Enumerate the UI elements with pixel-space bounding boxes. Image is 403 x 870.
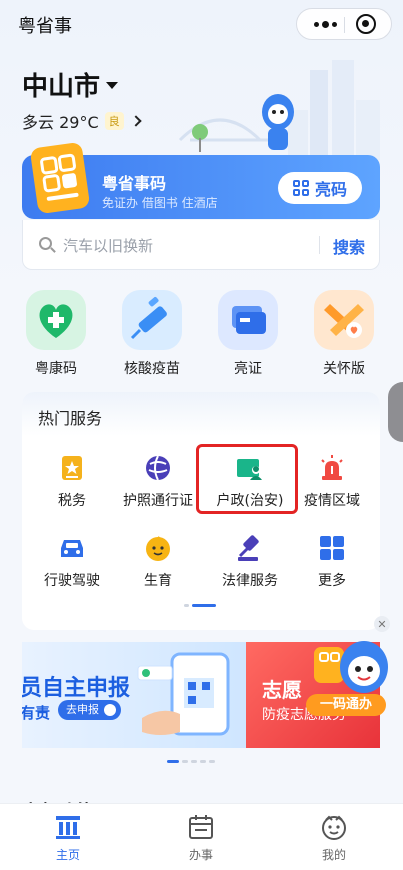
caret-down-icon xyxy=(106,82,119,89)
quick-tile-label: 核酸疫苗 xyxy=(124,361,180,377)
city-name: 中山市 xyxy=(22,72,101,102)
globe-passport-icon xyxy=(144,454,172,482)
search-button[interactable]: 搜索 xyxy=(333,234,365,258)
service-label: 行驶驾驶 xyxy=(44,573,100,589)
service-label: 护照通行证 xyxy=(123,493,193,509)
care-ribbon-icon xyxy=(314,290,374,350)
show-code-label: 亮码 xyxy=(314,180,347,199)
hot-services-header: 热门服务 xyxy=(22,392,380,436)
app-title: 粤省事 xyxy=(18,16,72,37)
service-label: 疫情区域 xyxy=(304,493,360,509)
service-tax[interactable]: 税务 xyxy=(24,454,120,510)
certificate-cards-icon xyxy=(218,290,278,350)
tab-home[interactable]: 主页 xyxy=(38,814,98,863)
tab-label: 我的 xyxy=(321,848,346,862)
tax-star-icon xyxy=(58,454,86,482)
declare-button[interactable]: 去申报 xyxy=(58,700,121,720)
service-birth[interactable]: 生育 xyxy=(110,534,206,590)
home-icon xyxy=(54,814,82,840)
banner-tag: 一码通办 xyxy=(306,694,386,716)
search-icon xyxy=(39,237,52,250)
banner-page-indicator xyxy=(167,760,215,763)
quick-access-row: 粤康码 核酸疫苗 亮证 关怀版 xyxy=(22,290,380,380)
yss-code-logo-icon xyxy=(30,142,90,214)
code-card-subtitle: 免证办 借图书 住酒店 xyxy=(102,196,218,210)
banner-self-declare[interactable]: 员自主申报 有责 去申报 xyxy=(22,642,246,748)
air-quality-badge: 良 xyxy=(104,112,124,130)
quick-tile-nucleic-vaccine[interactable]: 核酸疫苗 xyxy=(120,290,184,378)
code-card-title: 粤省事码 xyxy=(102,174,167,193)
services-page-indicator xyxy=(184,604,216,607)
search-bar[interactable]: 汽车以旧换新 搜索 xyxy=(22,220,380,270)
banner-title: 员自主申报 xyxy=(22,676,131,701)
chevron-right-icon xyxy=(129,115,142,127)
quick-tile-care-version[interactable]: 关怀版 xyxy=(312,290,376,378)
city-skyline-illustration xyxy=(178,60,380,160)
close-target-icon[interactable] xyxy=(356,14,376,34)
quick-tile-label: 亮证 xyxy=(234,361,262,377)
quick-tile-label: 关怀版 xyxy=(323,361,365,377)
quick-tile-label: 粤康码 xyxy=(35,361,77,377)
alarm-siren-icon xyxy=(318,454,346,482)
service-epidemic-area[interactable]: 疫情区域 xyxy=(284,454,380,510)
service-label: 更多 xyxy=(318,573,346,589)
navigation-bar: 粤省事 xyxy=(0,0,403,48)
gavel-icon xyxy=(236,534,264,562)
syringe-icon xyxy=(122,290,182,350)
banner-close-icon[interactable]: ✕ xyxy=(374,616,390,632)
tab-bar: 主页 办事 我的 xyxy=(0,803,403,870)
banner-subtitle: 有责 xyxy=(22,704,51,722)
mini-program-capsule xyxy=(296,8,392,40)
service-passport[interactable]: 护照通行证 xyxy=(110,454,206,510)
qr-code-icon xyxy=(292,180,309,196)
banner-title: 志愿 xyxy=(262,678,302,702)
tab-affairs[interactable]: 办事 xyxy=(171,814,231,863)
more-menu-icon[interactable] xyxy=(305,9,345,39)
quick-tile-show-cert[interactable]: 亮证 xyxy=(216,290,280,378)
weather-text: 多云 29°C xyxy=(22,113,99,132)
service-more[interactable]: 更多 xyxy=(284,534,380,590)
weather-row[interactable]: 多云 29°C 良 xyxy=(22,109,142,133)
service-vehicle-driving[interactable]: 行驶驾驶 xyxy=(24,534,120,590)
quick-tile-health-code[interactable]: 粤康码 xyxy=(24,290,88,378)
baby-face-icon xyxy=(144,534,172,562)
capsule-divider xyxy=(344,17,345,33)
health-heart-icon xyxy=(26,290,86,350)
highlight-box xyxy=(196,444,298,514)
profile-face-icon xyxy=(320,814,348,840)
car-icon xyxy=(58,534,86,562)
grid-more-icon xyxy=(318,534,346,562)
hot-services-title: 热门服务 xyxy=(38,409,103,428)
floating-side-handle[interactable] xyxy=(388,382,403,442)
search-input[interactable]: 汽车以旧换新 xyxy=(63,235,153,256)
phone-hand-illustration xyxy=(137,652,230,736)
city-selector[interactable]: 中山市 xyxy=(22,66,119,103)
service-label: 税务 xyxy=(58,493,86,509)
show-code-button[interactable]: 亮码 xyxy=(278,172,362,204)
tab-label: 办事 xyxy=(188,848,213,862)
tab-label: 主页 xyxy=(55,848,80,862)
calendar-icon xyxy=(187,814,215,840)
search-divider xyxy=(319,236,320,254)
tab-mine[interactable]: 我的 xyxy=(304,814,364,863)
service-label: 生育 xyxy=(144,573,172,589)
